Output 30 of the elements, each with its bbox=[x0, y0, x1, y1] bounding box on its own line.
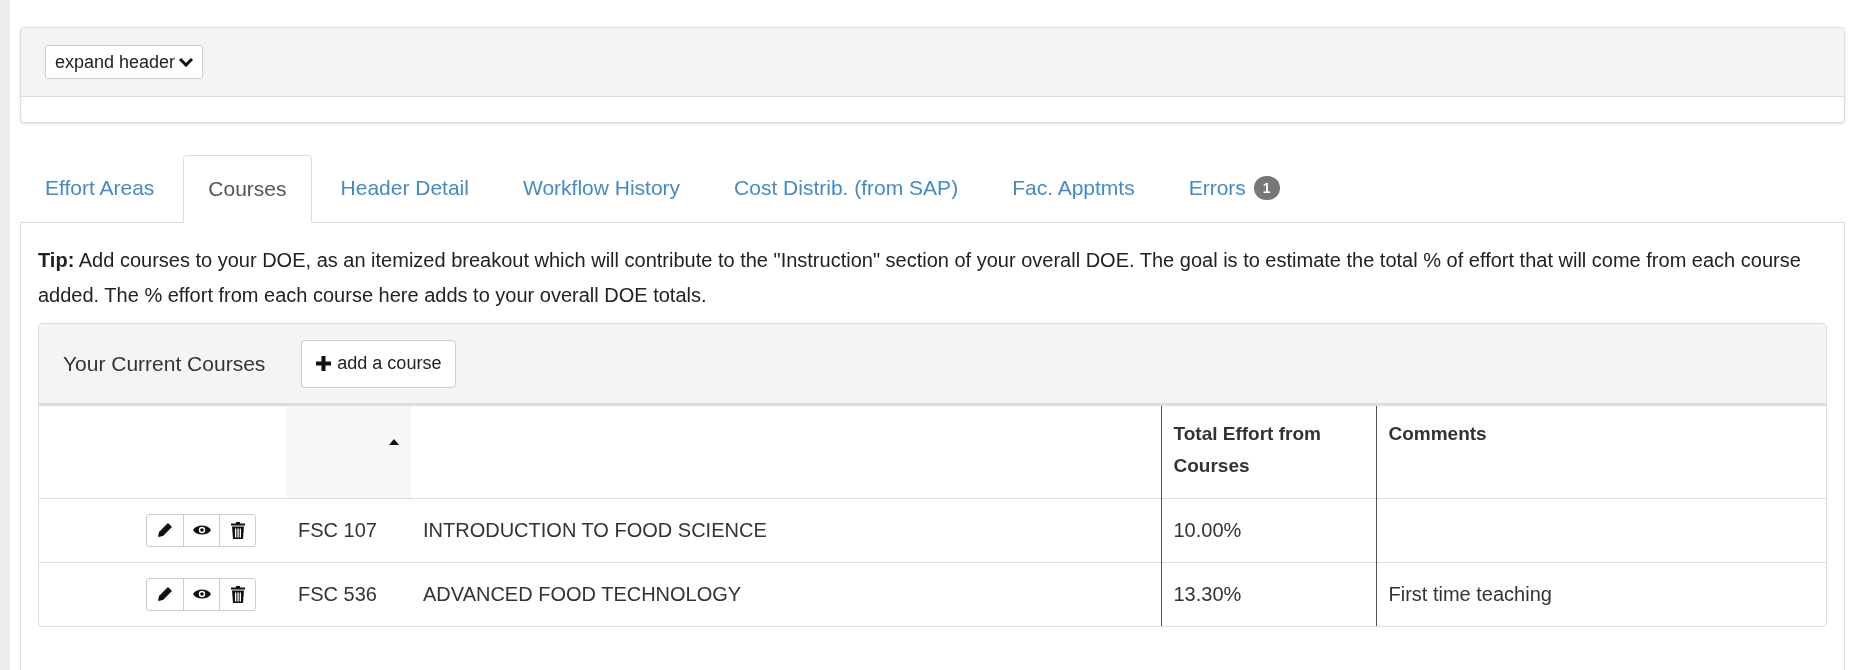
tab[interactable]: Fac. Apptmts bbox=[987, 154, 1160, 222]
pencil-icon bbox=[157, 586, 173, 603]
trash-icon bbox=[230, 585, 245, 603]
tab[interactable]: Workflow History bbox=[497, 154, 706, 222]
column-header: Comments bbox=[1388, 422, 1488, 446]
panel-title: Your Current Courses bbox=[63, 350, 266, 377]
table-cell: INTRODUCTION TO FOOD SCIENCE bbox=[423, 519, 767, 541]
tab[interactable]: Header Detail bbox=[315, 154, 494, 222]
table-cell: First time teaching bbox=[1388, 583, 1552, 606]
expand-header-button[interactable]: expand header bbox=[45, 45, 204, 79]
tab[interactable]: Errors 1 bbox=[1163, 154, 1305, 222]
tab[interactable]: Courses bbox=[183, 155, 312, 223]
table-cell: 10.00% bbox=[1173, 519, 1242, 541]
eye-icon bbox=[192, 524, 211, 536]
trash-icon bbox=[230, 521, 245, 539]
tab[interactable]: Effort Areas bbox=[20, 154, 180, 222]
table-cell: 13.30% bbox=[1173, 583, 1242, 606]
table-cell: ADVANCED FOOD TECHNOLOGY bbox=[423, 583, 742, 606]
count-badge: 1 bbox=[1253, 176, 1280, 200]
add-course-button[interactable]: add a course bbox=[301, 339, 457, 388]
tip-text: Tip: Add courses to your DOE, as an itemized breakout which will contribute to the "Instruction" section of your overall DOE. The goal is to estimate the total % of effort that will come from each course added. The % effort from each course here adds to your overall DOE totals. bbox=[38, 248, 1802, 308]
tab[interactable]: Cost Distrib. (from SAP) bbox=[709, 154, 984, 222]
table-cell: FSC 107 bbox=[298, 519, 377, 541]
chevron-down-icon bbox=[179, 57, 194, 67]
column-header: Total Effort from Courses bbox=[1173, 422, 1322, 478]
table-cell: FSC 536 bbox=[298, 583, 377, 606]
pencil-icon bbox=[157, 522, 173, 538]
plus-icon bbox=[316, 356, 332, 371]
eye-icon bbox=[192, 588, 211, 601]
sort-arrow-icon[interactable] bbox=[389, 438, 399, 445]
